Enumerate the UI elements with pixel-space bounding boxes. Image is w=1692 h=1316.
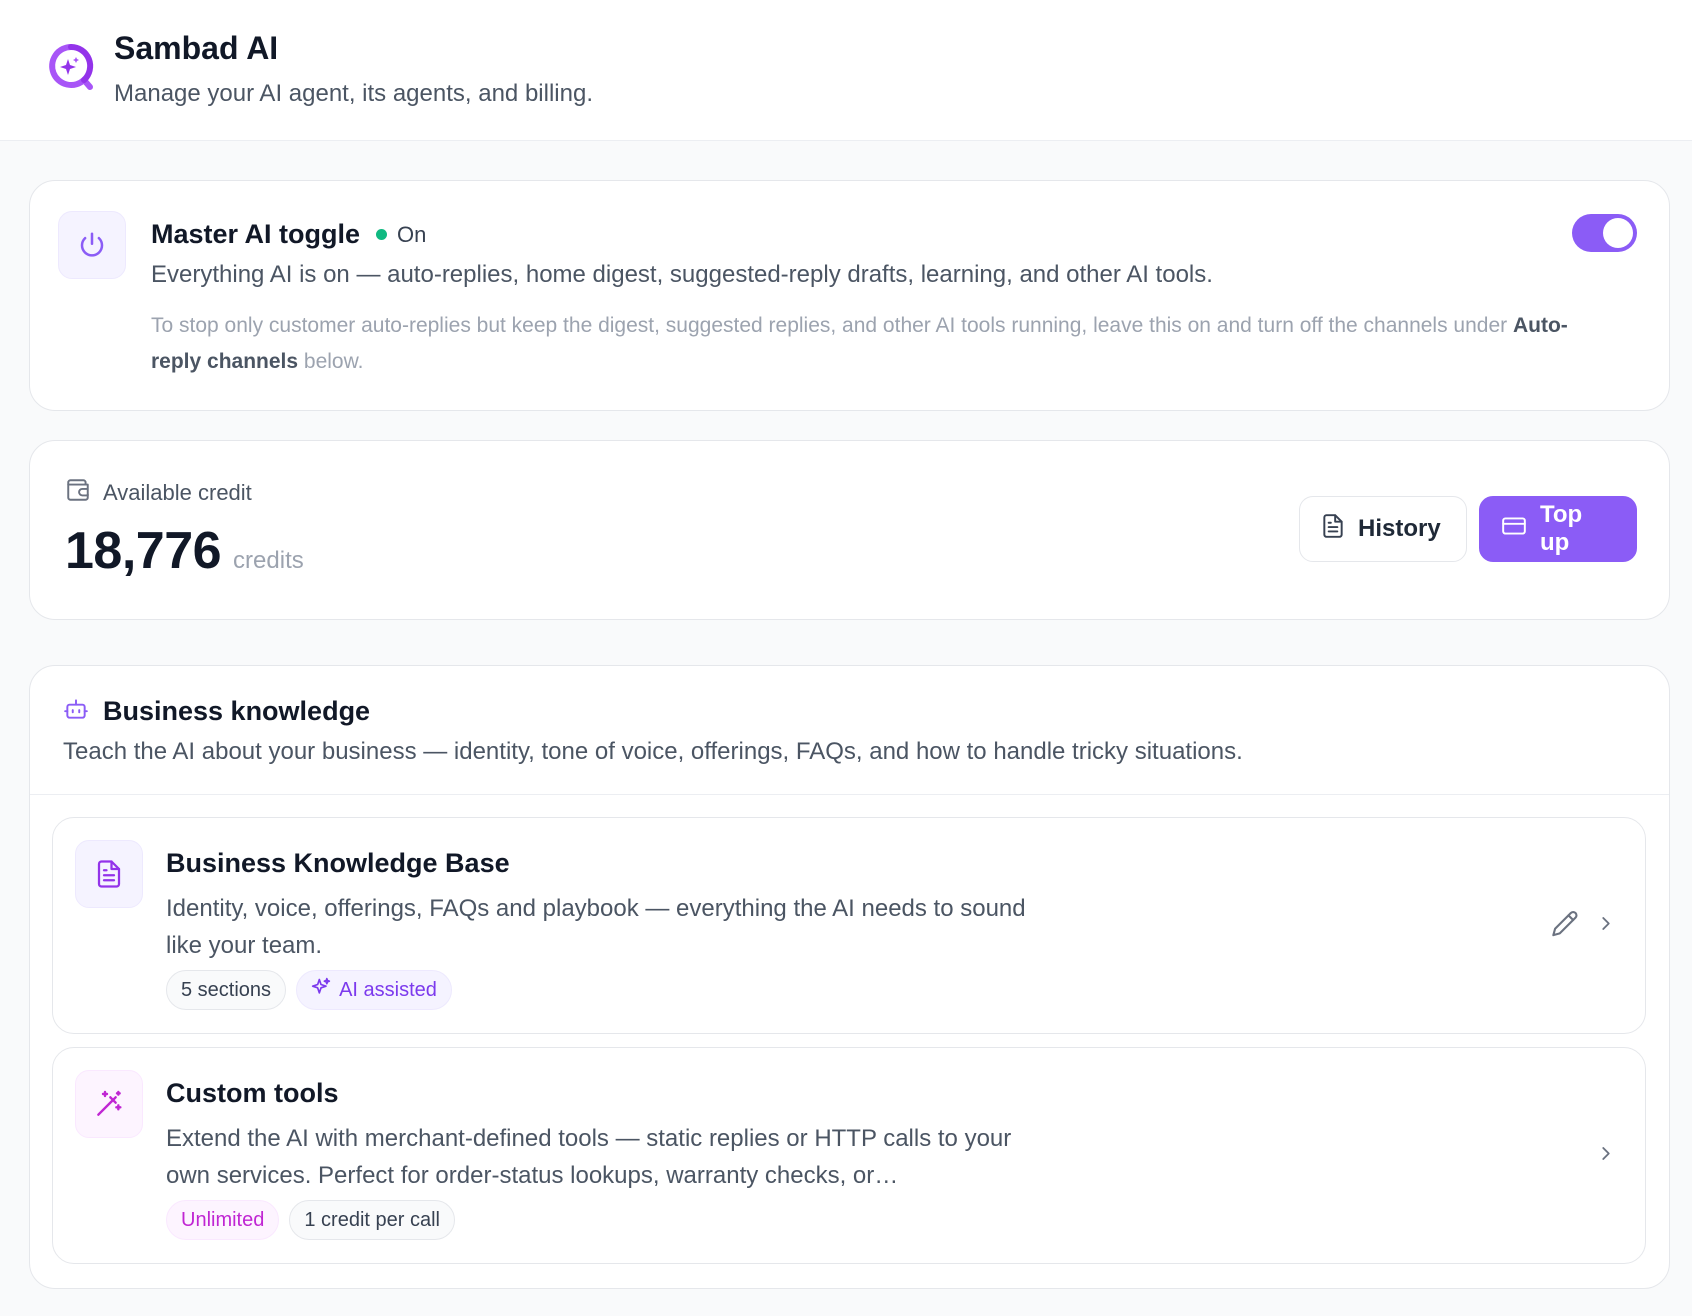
app-title: Sambad AI — [114, 30, 279, 66]
credit-card-icon — [1500, 513, 1528, 546]
sections-tag: 5 sections — [166, 970, 287, 1010]
history-button[interactable]: History — [1299, 496, 1467, 562]
app-subtitle: Manage your AI agent, its agents, and bi… — [114, 80, 593, 107]
bot-icon — [63, 696, 89, 727]
file-text-icon — [75, 840, 143, 908]
status-dot-icon — [376, 229, 388, 240]
custom-tools-item[interactable]: Custom tools Extend the AI with merchant… — [52, 1047, 1646, 1264]
credit-unit: credits — [233, 547, 304, 574]
pencil-icon[interactable] — [1551, 909, 1579, 942]
chevron-right-icon — [1595, 912, 1617, 939]
top-up-button[interactable]: Top up — [1479, 496, 1637, 562]
top-up-label: Top up — [1540, 501, 1583, 556]
sparkle-chat-icon — [46, 42, 96, 92]
item-title: Business Knowledge Base — [166, 848, 510, 878]
unlimited-tag: Unlimited — [166, 1200, 280, 1240]
ai-assisted-tag: AI assisted — [296, 970, 452, 1010]
business-knowledge-title: Business knowledge — [103, 696, 371, 726]
master-note: To stop only customer auto-replies but k… — [151, 308, 1591, 380]
credit-per-call-tag: 1 credit per call — [289, 1200, 455, 1240]
document-icon — [1320, 513, 1346, 546]
credit-card: Available credit 18,776 credits History … — [29, 440, 1670, 620]
chevron-right-icon — [1595, 1142, 1617, 1169]
master-title: Master AI toggle — [151, 219, 361, 249]
status-badge: On — [376, 222, 426, 248]
business-knowledge-description: Teach the AI about your business — ident… — [63, 738, 1243, 765]
wallet-icon — [65, 477, 91, 509]
master-note-suffix: below. — [298, 350, 364, 373]
master-note-prefix: To stop only customer auto-replies but k… — [151, 314, 1513, 337]
sparkles-icon — [311, 977, 331, 1003]
master-description: Everything AI is on — auto-replies, home… — [151, 261, 1213, 288]
power-icon — [58, 211, 126, 279]
history-label: History — [1358, 515, 1441, 542]
item-description: Identity, voice, offerings, FAQs and pla… — [166, 895, 1026, 959]
status-label: On — [397, 221, 427, 247]
magic-wand-icon — [75, 1070, 143, 1138]
credit-amount: 18,776 — [65, 522, 222, 580]
master-ai-toggle[interactable] — [1572, 214, 1637, 252]
master-ai-card: Master AI toggle On Everything AI is on … — [29, 180, 1670, 411]
item-title: Custom tools — [166, 1078, 339, 1108]
business-knowledge-base-item[interactable]: Business Knowledge Base Identity, voice,… — [52, 817, 1646, 1034]
item-description: Extend the AI with merchant-defined tool… — [166, 1125, 1012, 1189]
toggle-knob — [1603, 218, 1633, 248]
page-header: Sambad AI Manage your AI agent, its agen… — [0, 0, 1692, 141]
business-knowledge-header: Business knowledge Teach the AI about yo… — [30, 666, 1669, 795]
business-knowledge-card: Business knowledge Teach the AI about yo… — [29, 665, 1670, 1289]
ai-assisted-label: AI assisted — [339, 978, 437, 1001]
credit-label: Available credit — [103, 480, 252, 505]
